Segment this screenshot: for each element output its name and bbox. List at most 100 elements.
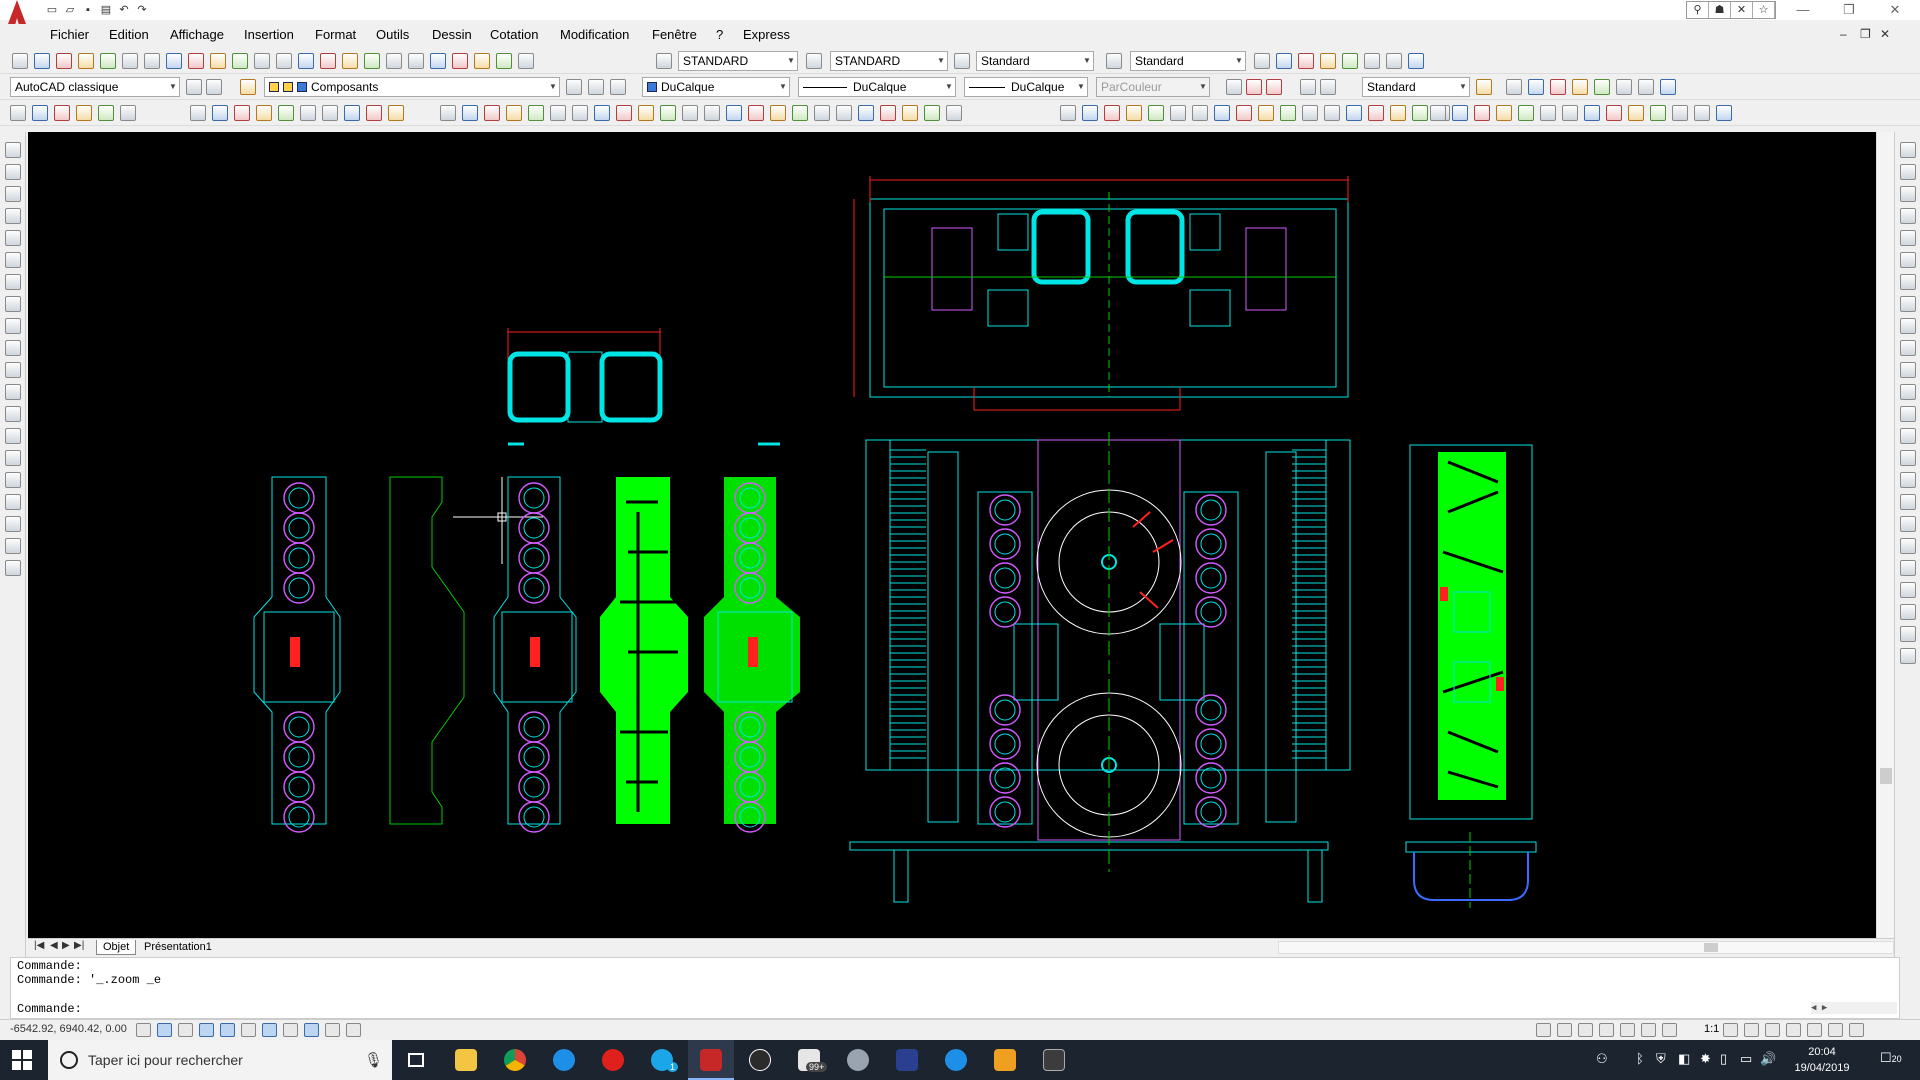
dim-style-icon[interactable] <box>806 53 822 69</box>
menu-fenetre[interactable]: Fenêtre <box>652 27 697 42</box>
leader-icon[interactable] <box>1900 560 1916 576</box>
app-cat-icon[interactable] <box>835 1040 881 1080</box>
line-icon[interactable] <box>5 142 21 158</box>
toolbar-tool-icon[interactable] <box>924 105 940 121</box>
table-icon[interactable] <box>322 105 338 121</box>
isolate-icon[interactable] <box>1828 1023 1843 1037</box>
menu-outils[interactable]: Outils <box>376 27 409 42</box>
vertical-scrollbar[interactable] <box>1876 132 1894 938</box>
zoom-out-icon[interactable] <box>1606 105 1622 121</box>
ucs-object-icon[interactable] <box>1266 79 1282 95</box>
mirror-icon[interactable] <box>484 105 500 121</box>
vertical-scroll-thumb[interactable] <box>1880 768 1892 784</box>
toolbar-tool-icon[interactable] <box>1594 79 1610 95</box>
zoom-all-icon[interactable] <box>1628 105 1644 121</box>
rectangle-icon[interactable] <box>98 105 114 121</box>
zoom-window-icon[interactable] <box>1474 105 1490 121</box>
copy-icon[interactable] <box>188 53 204 69</box>
menu-dessin[interactable]: Dessin <box>432 27 472 42</box>
line-icon[interactable] <box>10 105 26 121</box>
bluetooth-icon[interactable]: ᛒ <box>1636 1051 1644 1066</box>
color-select[interactable]: DuCalque ▼ <box>642 77 790 97</box>
snap-mode-icon[interactable] <box>136 1023 151 1037</box>
people-icon[interactable]: ⚇ <box>1596 1051 1608 1067</box>
orbit-icon[interactable] <box>1300 79 1316 95</box>
menu-affichage[interactable]: Affichage <box>170 27 224 42</box>
tray-app-icon[interactable]: ◧ <box>1678 1051 1690 1067</box>
print-icon[interactable]: ▤ <box>98 3 114 17</box>
save-icon[interactable]: ▪ <box>80 3 96 17</box>
calculator-icon[interactable] <box>1031 1040 1077 1080</box>
visual-style-select[interactable]: Standard ▼ <box>1362 77 1470 97</box>
new-icon[interactable] <box>12 53 28 69</box>
3d-osnap-icon[interactable] <box>241 1023 256 1037</box>
arc-icon[interactable] <box>5 252 21 268</box>
zoom-object-icon[interactable] <box>1562 105 1578 121</box>
break-at-point-icon[interactable] <box>1900 384 1916 400</box>
command-prompt[interactable]: Commande: <box>17 1002 82 1016</box>
toolbar-tool-icon[interactable] <box>1126 105 1142 121</box>
block-editor-icon[interactable] <box>254 53 270 69</box>
taskbar-clock[interactable]: 20:04 19/04/2019 <box>1790 1044 1854 1076</box>
app-pen-icon[interactable] <box>737 1040 783 1080</box>
ducs-icon[interactable] <box>283 1023 298 1037</box>
microphone-icon[interactable]: 🎙 <box>364 1051 383 1069</box>
lineweight-select[interactable]: DuCalque ▼ <box>964 77 1088 97</box>
toolbar-tool-icon[interactable] <box>1170 105 1186 121</box>
layer-select[interactable]: Composants ▼ <box>264 77 560 97</box>
doc-minimize-icon[interactable]: – <box>1840 27 1847 41</box>
offset-icon[interactable] <box>1900 208 1916 224</box>
toolbar-tool-icon[interactable] <box>1236 105 1252 121</box>
toolbar-tool-icon[interactable] <box>1104 105 1120 121</box>
text-style-icon[interactable] <box>656 53 672 69</box>
trim-icon[interactable] <box>1900 340 1916 356</box>
hatch-icon[interactable] <box>5 450 21 466</box>
fillet-icon[interactable] <box>748 105 764 121</box>
add-selected-icon[interactable] <box>5 560 21 576</box>
properties-icon[interactable] <box>408 53 424 69</box>
zoom-extents-icon[interactable] <box>1650 105 1666 121</box>
menu-help[interactable]: ? <box>716 27 723 42</box>
ucs-icon[interactable] <box>1226 79 1242 95</box>
ellipse-icon[interactable] <box>5 340 21 356</box>
first-tab-icon[interactable]: |◀ <box>34 940 44 951</box>
menu-modification[interactable]: Modification <box>560 27 629 42</box>
zoom-window-icon[interactable] <box>364 53 380 69</box>
offset-icon[interactable] <box>506 105 522 121</box>
toolbar-tool-icon[interactable] <box>902 105 918 121</box>
toolbar-tool-icon[interactable] <box>1716 105 1732 121</box>
region-icon[interactable] <box>300 105 316 121</box>
table-style-icon[interactable] <box>954 53 970 69</box>
last-tab-icon[interactable]: ▶| <box>74 940 84 951</box>
hatch-icon[interactable] <box>278 105 294 121</box>
save-icon[interactable] <box>56 53 72 69</box>
preview-icon[interactable] <box>100 53 116 69</box>
menu-insertion[interactable]: Insertion <box>244 27 294 42</box>
toolbar-tool-icon[interactable] <box>1412 105 1428 121</box>
toolbar-tool-icon[interactable] <box>1298 53 1314 69</box>
join-icon[interactable] <box>704 105 720 121</box>
windows-start-icon[interactable] <box>12 1050 32 1070</box>
app-search-icon[interactable] <box>933 1040 979 1080</box>
break-icon[interactable] <box>1900 406 1916 422</box>
undo-icon[interactable] <box>276 53 292 69</box>
blend-icon[interactable] <box>1900 494 1916 510</box>
rotate-icon[interactable] <box>572 105 588 121</box>
menu-edition[interactable]: Edition <box>109 27 149 42</box>
app-tools-icon[interactable] <box>982 1040 1028 1080</box>
dimension-icon[interactable] <box>1900 538 1916 554</box>
construction-line-icon[interactable] <box>5 164 21 180</box>
taskbar-search-box[interactable]: Taper ici pour rechercher 🎙 <box>48 1040 392 1080</box>
toolbar-tool-icon[interactable] <box>1386 53 1402 69</box>
close-button[interactable]: ✕ <box>1872 0 1918 20</box>
polyline-icon[interactable] <box>54 105 70 121</box>
opera-icon[interactable] <box>590 1040 636 1080</box>
workspace-switch-icon[interactable] <box>1765 1023 1780 1037</box>
toolbar-tool-icon[interactable] <box>1302 105 1318 121</box>
edge-icon[interactable] <box>541 1040 587 1080</box>
tolerance-icon[interactable] <box>1900 582 1916 598</box>
menu-fichier[interactable]: Fichier <box>50 27 89 42</box>
workspace-settings-icon[interactable] <box>186 79 202 95</box>
visual-style-manager-icon[interactable] <box>1476 79 1492 95</box>
doc-restore-icon[interactable]: ❐ <box>1860 27 1871 41</box>
